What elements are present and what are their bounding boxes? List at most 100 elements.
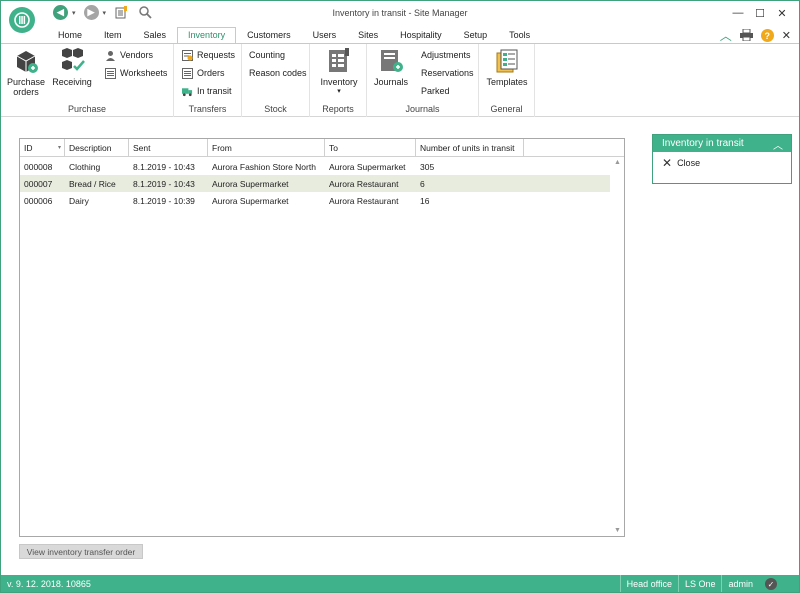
- user-status: admin: [721, 575, 759, 592]
- requests-button[interactable]: Requests: [182, 48, 235, 62]
- cell-from: Aurora Supermarket: [212, 178, 289, 189]
- cell-units: 305: [420, 161, 435, 172]
- tab-setup[interactable]: Setup: [453, 27, 499, 43]
- tab-users[interactable]: Users: [302, 27, 348, 43]
- ribbon-group-general: Templates General: [479, 44, 535, 117]
- cell-id: 000008: [24, 161, 53, 172]
- templates-button[interactable]: Templates: [483, 47, 531, 87]
- tab-item[interactable]: Item: [93, 27, 133, 43]
- table-row[interactable]: 000008 Clothing 8.1.2019 - 10:43 Aurora …: [20, 158, 610, 175]
- cell-sent: 8.1.2019 - 10:39: [133, 195, 195, 206]
- receiving-button[interactable]: Receiving: [51, 47, 93, 87]
- close-label: Close: [677, 158, 701, 168]
- receiving-label: Receiving: [52, 77, 92, 87]
- journal-icon: [377, 47, 405, 75]
- templates-icon: [493, 47, 521, 75]
- help-icon[interactable]: ?: [760, 29, 774, 42]
- tab-sales[interactable]: Sales: [133, 27, 178, 43]
- column-header-units[interactable]: Number of units in transit: [416, 139, 524, 157]
- inventory-report-dropdown-icon[interactable]: ▾: [337, 87, 341, 97]
- product-status: LS One: [677, 575, 722, 592]
- reservations-button[interactable]: Reservations: [421, 68, 474, 78]
- cell-description: Clothing: [69, 161, 101, 172]
- vertical-scrollbar[interactable]: ▲ ▼: [611, 157, 624, 536]
- tab-customers[interactable]: Customers: [236, 27, 302, 43]
- ribbon-group-purchase: Purchase orders Receiving Vendors Worksh…: [1, 44, 174, 117]
- receiving-icon: [58, 47, 86, 75]
- column-header-id[interactable]: ID ▾: [20, 139, 65, 157]
- column-header-sent[interactable]: Sent: [129, 139, 208, 157]
- journals-button[interactable]: Journals: [372, 47, 410, 87]
- tab-tools[interactable]: Tools: [498, 27, 541, 43]
- status-right: Head office LS One admin ✓: [619, 575, 799, 592]
- orders-icon: [182, 67, 193, 79]
- cell-from: Aurora Fashion Store North: [212, 161, 316, 172]
- head-office-status: Head office: [619, 575, 678, 592]
- cell-id: 000006: [24, 195, 53, 206]
- cell-description: Bread / Rice: [69, 178, 116, 189]
- parked-button[interactable]: Parked: [421, 86, 450, 96]
- purchase-orders-label-1: Purchase: [6, 77, 46, 87]
- title-bar: ◀ ▾ ▶ ▾ Inventory in transit - Site Mana…: [1, 1, 799, 28]
- counting-button[interactable]: Counting: [249, 50, 285, 60]
- close-icon: ✕: [662, 156, 673, 170]
- table-row[interactable]: 000007 Bread / Rice 8.1.2019 - 10:43 Aur…: [20, 175, 610, 192]
- tab-home[interactable]: Home: [47, 27, 93, 43]
- journals-group-label: Journals: [405, 104, 440, 114]
- column-header-from[interactable]: From: [208, 139, 325, 157]
- tab-sites[interactable]: Sites: [347, 27, 389, 43]
- ribbon-group-stock: Counting Reason codes Stock: [242, 44, 310, 117]
- side-panel: Inventory in transit ︿ ✕ Close: [652, 134, 792, 184]
- worksheets-icon: [105, 67, 116, 79]
- ribbon-group-journals: Journals Adjustments Reservations Parked…: [367, 44, 479, 117]
- in-transit-button[interactable]: In transit: [182, 84, 232, 98]
- tab-hospitality[interactable]: Hospitality: [389, 27, 453, 43]
- transfers-group-label: Transfers: [188, 104, 227, 114]
- purchase-group-label: Purchase: [67, 104, 107, 114]
- close-button[interactable]: ✕ Close: [662, 156, 701, 170]
- general-group-label: General: [490, 104, 523, 114]
- transit-list: ID ▾ Description Sent From To Number of …: [19, 138, 625, 537]
- column-header-description[interactable]: Description: [65, 139, 129, 157]
- connection-status: ✓: [759, 575, 799, 592]
- sort-caret-icon: ▾: [57, 145, 61, 151]
- maximize-icon[interactable]: ☐: [749, 3, 771, 23]
- in-transit-label: In transit: [197, 86, 232, 96]
- adjustments-button[interactable]: Adjustments: [421, 50, 471, 60]
- app-logo[interactable]: [9, 7, 35, 33]
- journals-label: Journals: [373, 77, 409, 87]
- close-window-icon[interactable]: ✕: [771, 3, 793, 23]
- column-header-to[interactable]: To: [325, 139, 416, 157]
- inventory-report-button[interactable]: Inventory ▾: [316, 47, 362, 97]
- check-icon: ✓: [765, 578, 777, 590]
- cell-sent: 8.1.2019 - 10:43: [133, 161, 195, 172]
- version-text: v. 9. 12. 2018. 10865: [7, 579, 91, 589]
- cell-from: Aurora Supermarket: [212, 195, 289, 206]
- scroll-down-icon[interactable]: ▼: [611, 527, 624, 534]
- ribbon-right-controls: ︿ ? ✕: [720, 27, 791, 44]
- minimize-icon[interactable]: —: [727, 3, 749, 23]
- close-document-icon[interactable]: ✕: [782, 29, 791, 42]
- print-icon[interactable]: [739, 28, 753, 43]
- view-transfer-order-button[interactable]: View inventory transfer order: [19, 544, 143, 559]
- collapse-panel-icon[interactable]: ︿: [773, 137, 783, 152]
- tab-inventory[interactable]: Inventory: [177, 27, 237, 44]
- collapse-ribbon-icon[interactable]: ︿: [720, 27, 732, 44]
- worksheets-button[interactable]: Worksheets: [105, 66, 167, 80]
- ribbon: Purchase orders Receiving Vendors Worksh…: [1, 43, 799, 117]
- purchase-orders-button[interactable]: Purchase orders: [7, 47, 45, 97]
- cell-to: Aurora Restaurant: [329, 195, 399, 206]
- scroll-up-icon[interactable]: ▲: [611, 159, 624, 166]
- orders-button[interactable]: Orders: [182, 66, 225, 80]
- reason-codes-button[interactable]: Reason codes: [249, 68, 307, 78]
- purchase-orders-icon: [12, 47, 40, 75]
- worksheets-label: Worksheets: [120, 68, 168, 78]
- cell-description: Dairy: [69, 195, 89, 206]
- templates-label: Templates: [486, 77, 528, 87]
- table-row[interactable]: 000006 Dairy 8.1.2019 - 10:39 Aurora Sup…: [20, 192, 610, 209]
- app-window: ◀ ▾ ▶ ▾ Inventory in transit - Site Mana…: [0, 0, 800, 593]
- vendors-button[interactable]: Vendors: [105, 48, 153, 62]
- requests-icon: [182, 49, 193, 61]
- ribbon-group-transfers: Requests Orders In transit Transfers: [174, 44, 242, 117]
- reports-group-label: Reports: [322, 104, 354, 114]
